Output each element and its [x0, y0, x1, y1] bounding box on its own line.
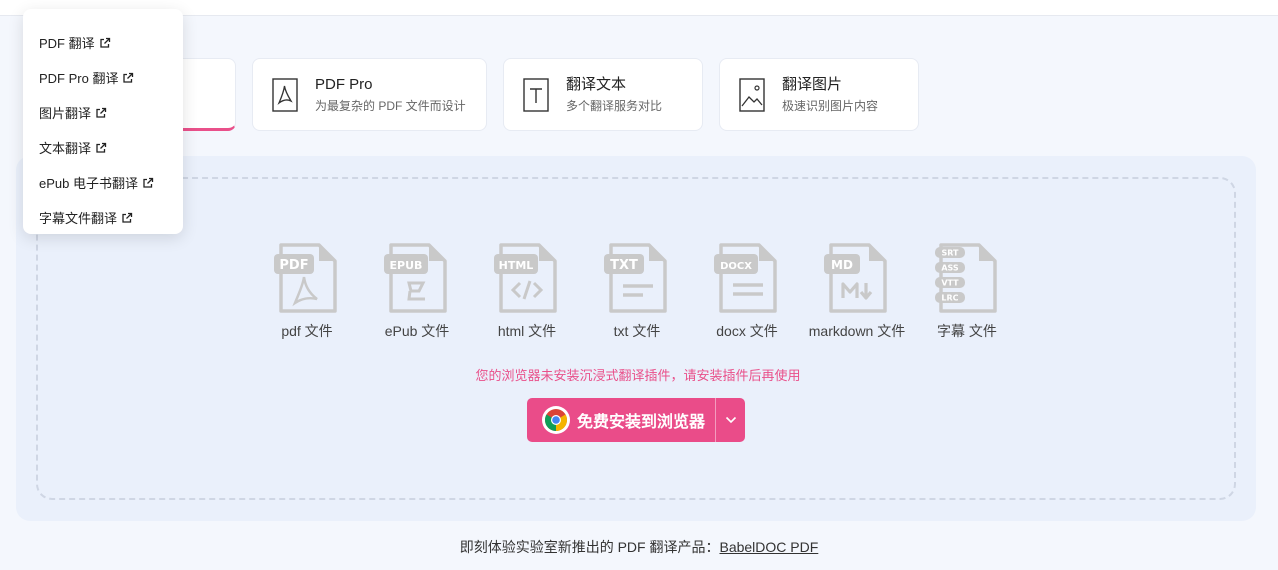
translate-dropdown-menu: PDF 翻译 PDF Pro 翻译 图片翻译 文本翻译 ePub 电子书翻译 字…	[23, 9, 183, 234]
file-type-subtitle[interactable]: SRT ASS VTT LRC 字幕 文件	[912, 241, 1022, 341]
file-type-html[interactable]: HTML html 文件	[472, 241, 582, 341]
top-bar	[0, 0, 1278, 16]
install-button-label: 免费安装到浏览器	[577, 414, 706, 431]
svg-text:MD: MD	[831, 258, 853, 272]
file-type-markdown[interactable]: MD markdown 文件	[802, 241, 912, 341]
menu-item-label: ePub 电子书翻译	[39, 176, 138, 191]
extension-warning: 您的浏览器未安装沉浸式翻译插件，请安装插件后再使用	[475, 368, 801, 383]
markdown-file-icon: MD	[824, 243, 887, 313]
menu-item-label: 图片翻译	[39, 106, 92, 121]
subtitle-file-icon: SRT ASS VTT LRC	[935, 243, 997, 313]
external-link-icon	[99, 37, 110, 48]
menu-item-label: PDF Pro 翻译	[39, 71, 119, 86]
external-link-icon	[122, 212, 133, 223]
file-type-label: markdown 文件	[808, 323, 906, 339]
epub-file-icon: EPUB	[384, 243, 447, 313]
card-subtitle: 极速识别图片内容	[782, 98, 879, 113]
menu-item-label: 文本翻译	[39, 141, 92, 156]
html-file-icon: HTML	[494, 243, 557, 313]
menu-item-image-translate[interactable]: 图片翻译	[23, 95, 183, 130]
svg-text:VTT: VTT	[941, 279, 959, 288]
svg-text:HTML: HTML	[499, 259, 534, 272]
file-type-txt[interactable]: TXT txt 文件	[582, 241, 692, 341]
card-subtitle: 多个翻译服务对比	[566, 98, 663, 113]
file-type-label: ePub 文件	[384, 323, 450, 339]
babeldoc-link[interactable]: BabelDOC PDF	[719, 539, 818, 555]
file-type-label: docx 文件	[716, 323, 778, 339]
svg-text:TXT: TXT	[610, 258, 638, 273]
svg-text:SRT: SRT	[941, 249, 959, 258]
upload-panel: PDF pdf 文件 EPUB ePub 文件 HTML html 文件 TXT…	[16, 156, 1256, 521]
chevron-down-icon[interactable]	[716, 416, 745, 424]
menu-item-label: 字幕文件翻译	[39, 211, 118, 226]
menu-item-subtitle-translate[interactable]: 字幕文件翻译	[23, 200, 183, 235]
card-title: 翻译文本	[566, 75, 627, 93]
svg-text:EPUB: EPUB	[390, 259, 423, 272]
menu-item-pdf-pro-translate[interactable]: PDF Pro 翻译	[23, 60, 183, 95]
pdf-icon	[271, 77, 299, 112]
card-translate-text[interactable]: 翻译文本 多个翻译服务对比	[503, 58, 703, 131]
card-translate-image[interactable]: 翻译图片 极速识别图片内容	[719, 58, 919, 131]
svg-text:ASS: ASS	[941, 264, 959, 273]
text-icon	[522, 77, 550, 112]
file-drop-zone[interactable]: PDF pdf 文件 EPUB ePub 文件 HTML html 文件 TXT…	[36, 177, 1236, 500]
chrome-icon	[542, 406, 570, 434]
menu-item-epub-translate[interactable]: ePub 电子书翻译	[23, 165, 183, 200]
file-type-epub[interactable]: EPUB ePub 文件	[362, 241, 472, 341]
svg-text:DOCX: DOCX	[720, 261, 752, 272]
external-link-icon	[96, 142, 107, 153]
svg-text:PDF: PDF	[279, 258, 308, 273]
card-title: 翻译图片	[782, 75, 843, 93]
file-type-label: html 文件	[497, 323, 557, 339]
txt-file-icon: TXT	[604, 243, 667, 313]
file-type-label: txt 文件	[613, 323, 661, 339]
menu-item-label: PDF 翻译	[39, 36, 95, 51]
footer-text: 即刻体验实验室新推出的 PDF 翻译产品：	[459, 539, 720, 555]
file-type-docx[interactable]: DOCX docx 文件	[692, 241, 802, 341]
menu-item-text-translate[interactable]: 文本翻译	[23, 130, 183, 165]
install-extension-button[interactable]: 免费安装到浏览器	[527, 398, 745, 442]
menu-item-pdf-translate[interactable]: PDF 翻译	[23, 25, 183, 60]
file-type-label: 字幕 文件	[937, 323, 997, 339]
card-subtitle: 为最复杂的 PDF 文件而设计	[315, 98, 466, 113]
docx-file-icon: DOCX	[714, 243, 777, 313]
file-type-pdf[interactable]: PDF pdf 文件	[252, 241, 362, 341]
pdf-file-icon: PDF	[274, 243, 337, 313]
external-link-icon	[123, 72, 134, 83]
external-link-icon	[96, 107, 107, 118]
file-type-label: pdf 文件	[281, 323, 333, 339]
svg-text:LRC: LRC	[941, 294, 958, 303]
image-icon	[738, 77, 766, 112]
external-link-icon	[143, 177, 154, 188]
card-title: PDF Pro	[315, 75, 373, 93]
card-pdf-pro[interactable]: PDF Pro 为最复杂的 PDF 文件而设计	[252, 58, 487, 131]
footer: 即刻体验实验室新推出的 PDF 翻译产品：BabelDOC PDF	[0, 537, 1278, 557]
